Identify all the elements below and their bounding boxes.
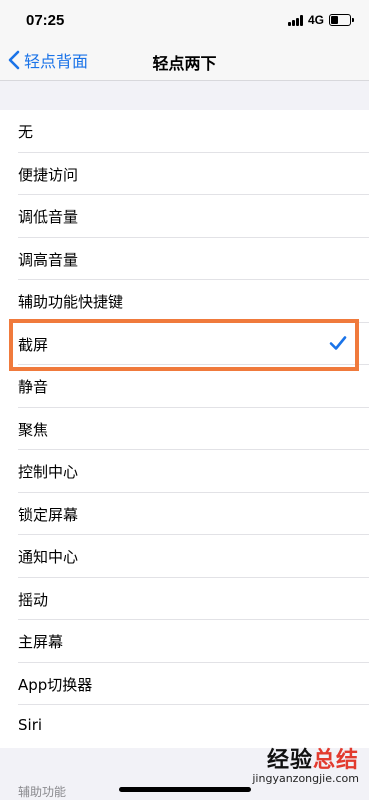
option-app-switcher[interactable]: App切换器 [0,663,369,705]
option-shake[interactable]: 摇动 [0,578,369,620]
option-label: 摇动 [18,590,49,609]
status-time: 07:25 [26,12,65,29]
option-notification-center[interactable]: 通知中心 [0,535,369,578]
option-control-center[interactable]: 控制中心 [0,450,369,493]
option-label: 聚焦 [18,420,49,439]
option-label: 便捷访问 [18,165,79,184]
page-title: 轻点两下 [152,54,217,73]
navigation-bar: 轻点背面 轻点两下 [0,40,369,81]
option-label: 静音 [18,378,49,396]
checkmark-icon [329,335,347,350]
option-label: 辅助功能快捷键 [18,293,124,311]
option-volume-down[interactable]: 调低音量 [0,195,369,238]
network-label: 4G [307,13,324,27]
option-none[interactable]: 无 [0,110,369,153]
option-label: 调低音量 [18,208,79,226]
home-indicator[interactable] [119,787,251,792]
watermark-url: jingyanzongjie.com [252,772,359,785]
option-label: 锁定屏幕 [18,505,79,524]
status-bar: 07:25 4G [0,0,369,40]
option-accessibility-shortcut[interactable]: 辅助功能快捷键 [0,280,369,323]
option-label: 截屏 [18,335,49,354]
option-screenshot[interactable]: 截屏 [0,323,369,365]
option-label: App切换器 [18,675,93,694]
options-list: 无 便捷访问 调低音量 调高音量 辅助功能快捷键 截屏 静音 聚焦 控制中心 锁… [0,110,369,748]
option-label: 控制中心 [18,463,79,481]
option-label: 调高音量 [18,250,79,269]
option-home[interactable]: 主屏幕 [0,620,369,663]
option-focus[interactable]: 聚焦 [0,408,369,450]
section-header-accessibility: 辅助功能 [18,785,67,799]
option-label: 无 [18,123,34,141]
option-volume-up[interactable]: 调高音量 [0,238,369,280]
option-lock-screen[interactable]: 锁定屏幕 [0,493,369,535]
option-reachability[interactable]: 便捷访问 [0,153,369,195]
option-siri[interactable]: Siri [0,705,369,748]
watermark: 经验总结 jingyanzongjie.com [252,742,359,785]
status-icons: 4G [287,13,354,27]
option-label: 主屏幕 [18,633,64,651]
signal-icon [287,14,303,26]
battery-icon [329,14,354,26]
option-label: 通知中心 [18,548,79,566]
option-mute[interactable]: 静音 [0,365,369,408]
option-label: Siri [18,716,43,734]
